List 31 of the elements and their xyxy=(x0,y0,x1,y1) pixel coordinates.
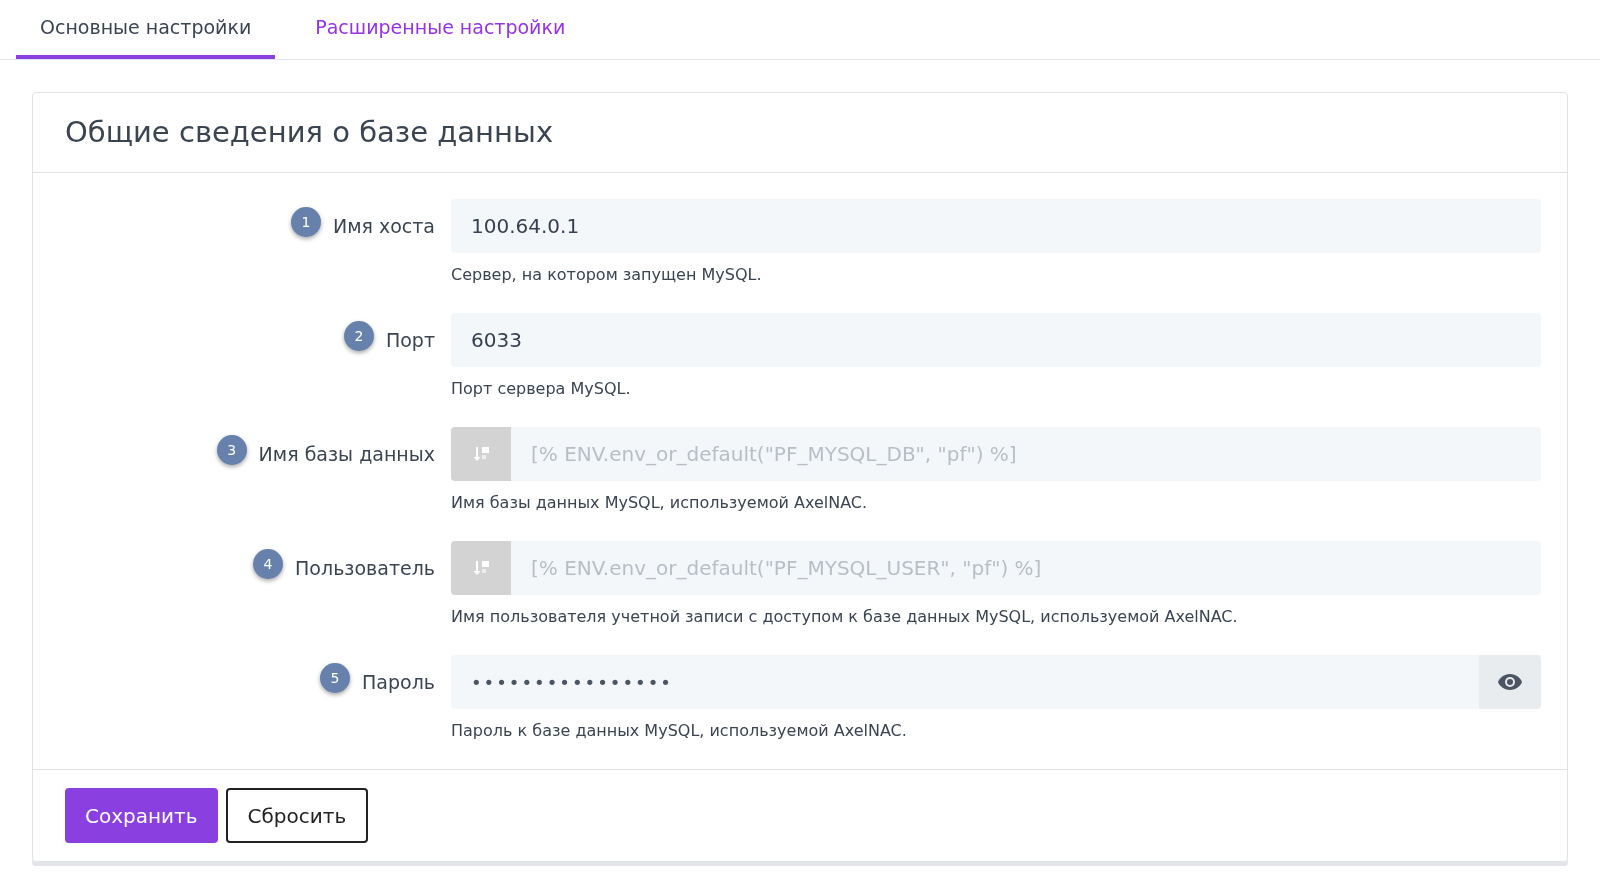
help-text: Имя пользователя учетной записи с доступом к базе данных MySQL, используемой AxelNAC. xyxy=(451,606,1239,628)
help-text: Сервер, на котором запущен MySQL. xyxy=(451,264,763,286)
sort-icon xyxy=(472,559,490,577)
field-label: Пользователь xyxy=(295,555,435,581)
tab[interactable]: Основные настройки xyxy=(16,0,276,59)
input-field[interactable]: [% ENV.env_or_default("PF_MYSQL_USER", "pf") %] xyxy=(511,541,1541,595)
card-title: Общие сведения о базе данных xyxy=(65,113,554,151)
tab[interactable]: Расширенные настройки xyxy=(275,0,606,59)
step-badge: 3 xyxy=(216,435,247,465)
help-text: Порт сервера MySQL. xyxy=(451,378,632,400)
sort-icon xyxy=(472,445,490,463)
help-text: Пароль к базе данных MySQL, используемой AxelNAC. xyxy=(451,720,908,742)
step-badge: 5 xyxy=(320,663,351,693)
template-toggle-button[interactable] xyxy=(451,427,511,481)
template-toggle-button[interactable] xyxy=(451,541,511,595)
password-field[interactable]: •••••••••••••••• xyxy=(451,655,1541,709)
text-input[interactable]: 100.64.0.1 xyxy=(451,199,1541,253)
field-label: Пароль xyxy=(362,669,435,695)
show-password-button[interactable] xyxy=(1479,655,1541,709)
step-badge: 1 xyxy=(290,207,321,237)
field-label: Порт xyxy=(385,327,435,353)
field-label: Имя базы данных xyxy=(258,441,435,467)
input-field[interactable]: [% ENV.env_or_default("PF_MYSQL_DB", "pf") %] xyxy=(511,427,1541,481)
help-text: Имя базы данных MySQL, используемой AxelNAC. xyxy=(451,492,869,514)
text-input[interactable]: 6033 xyxy=(451,313,1541,367)
step-badge: 4 xyxy=(253,549,284,579)
step-badge: 2 xyxy=(343,321,374,351)
eye-icon xyxy=(1497,673,1523,691)
field-label: Имя хоста xyxy=(332,213,435,239)
reset-button[interactable]: Сбросить xyxy=(225,788,369,843)
save-button[interactable]: Сохранить xyxy=(65,788,218,843)
